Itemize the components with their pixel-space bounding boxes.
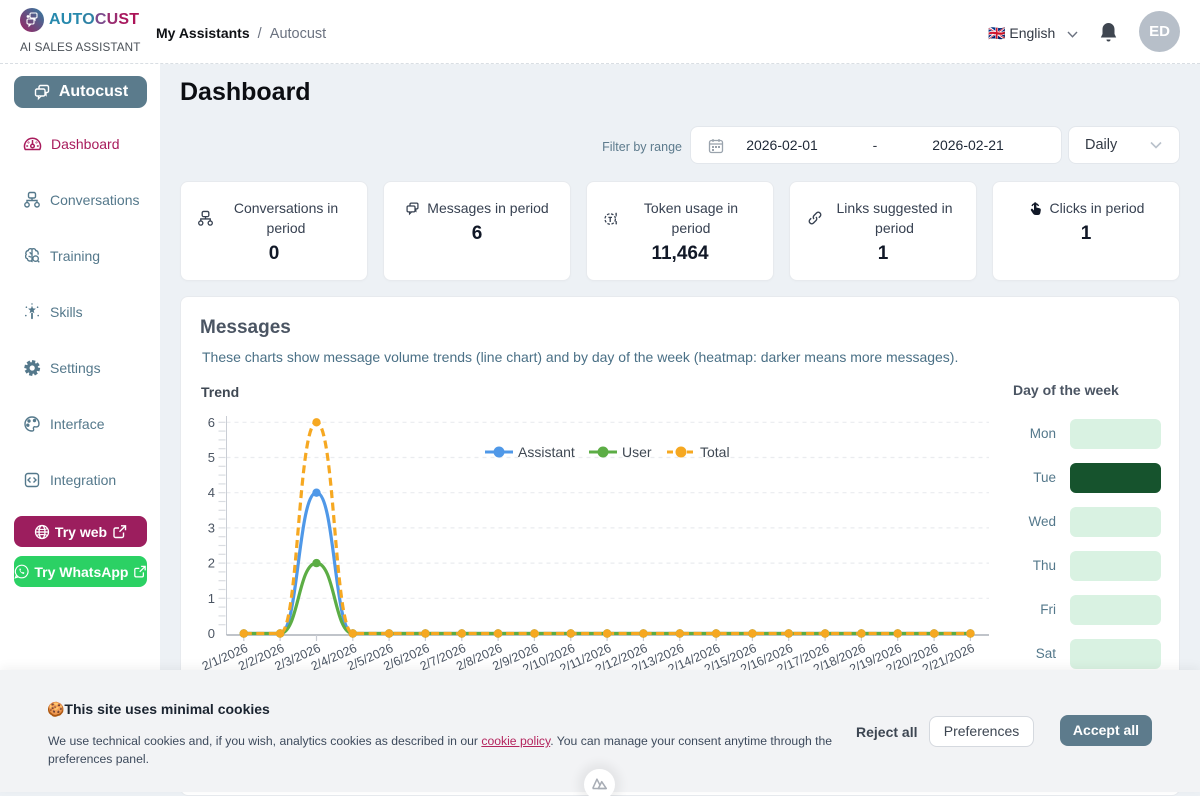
- svg-text:Assistant: Assistant: [518, 444, 575, 460]
- svg-text:1: 1: [208, 591, 215, 606]
- svg-text:3: 3: [208, 520, 215, 535]
- svg-text:User: User: [622, 444, 652, 460]
- svg-text:0: 0: [208, 626, 215, 641]
- svg-text:Total: Total: [700, 444, 730, 460]
- svg-text:2: 2: [208, 556, 215, 571]
- svg-text:5: 5: [208, 450, 215, 465]
- svg-text:6: 6: [208, 415, 215, 430]
- svg-text:4: 4: [208, 485, 215, 500]
